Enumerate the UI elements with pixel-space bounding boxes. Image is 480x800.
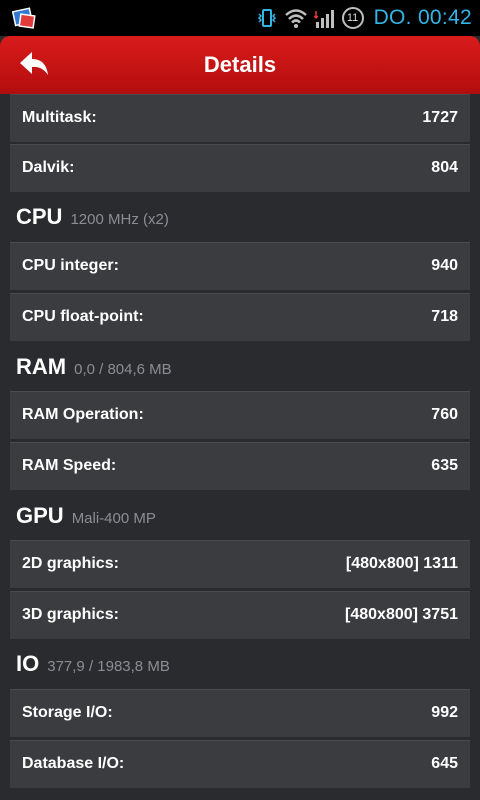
section-subtitle: Mali-400 MP <box>71 510 156 527</box>
notification-count-badge: 11 <box>341 7 364 29</box>
app-notification-icon <box>12 7 36 29</box>
row-value: [480x800] 1311 <box>345 555 458 572</box>
list-item-database-io: Database I/O: 645 <box>10 740 470 788</box>
row-value: 760 <box>431 406 458 423</box>
section-title: RAM <box>16 354 67 379</box>
wifi-icon <box>284 9 307 28</box>
row-label: 3D graphics: <box>22 606 119 623</box>
section-title: GPU <box>16 503 64 528</box>
page-title: Details <box>203 52 277 77</box>
list-item-ram-speed: RAM Speed: 635 <box>10 442 470 490</box>
row-label: Storage I/O: <box>22 704 113 721</box>
row-label: CPU float-point: <box>22 308 144 325</box>
vibrate-icon <box>257 9 276 27</box>
section-header-cpu: CPU 1200 MHz (x2) <box>16 204 169 234</box>
list-item-ram-operation: RAM Operation: 760 <box>10 391 470 439</box>
section-header-gpu: GPU Mali-400 MP <box>16 503 156 533</box>
row-value: [480x800] 3751 <box>345 606 458 623</box>
section-subtitle: 1200 MHz (x2) <box>70 211 169 228</box>
row-label: Multitask: <box>22 109 97 126</box>
row-value: 940 <box>431 257 458 274</box>
list-item-3d-graphics: 3D graphics: [480x800] 3751 <box>10 591 470 639</box>
list-item-multitask: Multitask: 1727 <box>10 94 470 142</box>
list-item-storage-io: Storage I/O: 992 <box>10 689 470 737</box>
section-subtitle: 377,9 / 1983,8 MB <box>47 658 170 675</box>
section-title: IO <box>16 651 40 676</box>
row-label: Dalvik: <box>22 159 75 176</box>
row-value: 718 <box>431 308 458 325</box>
signal-icon <box>313 10 334 28</box>
row-label: CPU integer: <box>22 257 119 274</box>
list-item-dalvik: Dalvik: 804 <box>10 144 470 192</box>
action-bar: Details <box>0 36 480 94</box>
row-value: 645 <box>431 755 458 772</box>
list-item-cpu-integer: CPU integer: 940 <box>10 242 470 290</box>
row-label: RAM Operation: <box>22 406 144 423</box>
row-label: RAM Speed: <box>22 457 117 474</box>
row-value: 635 <box>431 457 458 474</box>
row-label: 2D graphics: <box>22 555 119 572</box>
row-value: 804 <box>431 159 458 176</box>
status-bar: 11 DO. 00:42 <box>0 0 480 36</box>
section-header-ram: RAM 0,0 / 804,6 MB <box>16 354 172 384</box>
section-title: CPU <box>16 204 63 229</box>
details-list: Multitask: 1727 Dalvik: 804 CPU 1200 MHz… <box>0 94 480 800</box>
section-header-io: IO 377,9 / 1983,8 MB <box>16 651 170 681</box>
row-value: 1727 <box>422 109 458 126</box>
list-item-cpu-float-point: CPU float-point: 718 <box>10 293 470 341</box>
row-label: Database I/O: <box>22 755 125 772</box>
list-item-2d-graphics: 2D graphics: [480x800] 1311 <box>10 540 470 588</box>
status-clock: DO. 00:42 <box>373 6 472 29</box>
row-value: 992 <box>431 704 458 721</box>
section-subtitle: 0,0 / 804,6 MB <box>74 361 172 378</box>
